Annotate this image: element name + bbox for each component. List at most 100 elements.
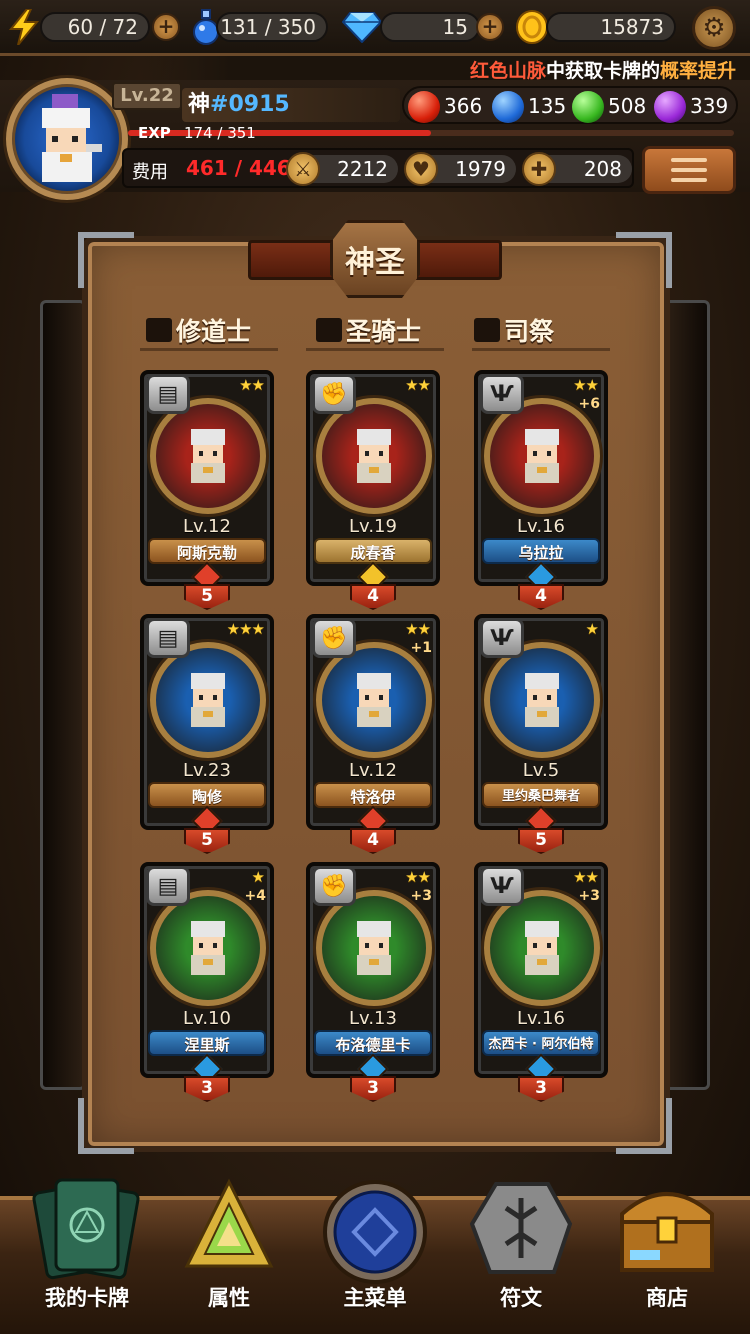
blue-orb-icon [492,91,524,123]
hero-sprite [357,921,391,975]
potion-value: 131 / 350 [216,12,328,42]
cost-badge: 3 [518,1076,564,1102]
fist-icon: ✊ [312,866,356,906]
gold-coin-icon [514,8,550,46]
nav-label: 主菜单 [343,1286,407,1310]
hero-portrait [150,398,266,514]
exp-label: EXP [138,124,171,142]
nav-shop[interactable]: 商店 [592,1168,742,1334]
nav-runes[interactable]: 符文 [446,1168,596,1334]
gem-strip: 366 135 508 339 [402,86,738,124]
book-icon: ▤ [146,618,190,658]
card-name: 乌拉拉 [482,538,600,564]
hero-sprite [525,921,559,975]
hero-sprite [191,673,225,727]
enhance-level: +4 [244,888,266,904]
cost-badge: 4 [350,584,396,610]
nav-label: 属性 [208,1286,250,1310]
column-title: 圣骑士 [346,317,422,346]
card-level: Lv.16 [517,516,565,537]
hero-card[interactable]: Ѱ ★★ +3 Lv.16 杰西卡 · 阿尔伯特 3 [474,862,608,1102]
avatar[interactable] [6,78,128,200]
corner-ornament [616,232,672,288]
cost-badge: 4 [350,828,396,854]
hero-card[interactable]: ✊ ★★ Lv.19 成春香 4 [306,370,440,610]
hero-portrait [316,890,432,1006]
divider [472,348,610,351]
cost-badge: 3 [350,1076,396,1102]
card-level: Lv.12 [349,760,397,781]
rarity-stars: ★★ [573,868,599,886]
hero-card[interactable]: ✊ ★★ +3 Lv.13 布洛德里卡 3 [306,862,440,1102]
card-name: 里约桑巴舞者 [482,782,600,808]
nav-label: 符文 [500,1286,542,1310]
wings-icon: Ѱ [480,866,524,906]
diamond-value: 15 [380,12,480,42]
hero-card[interactable]: Ѱ ★ Lv.5 里约桑巴舞者 5 [474,614,608,854]
rarity-stars: ★★ [239,376,265,394]
enhance-level: +3 [410,888,432,904]
hero-sprite [357,673,391,727]
hero-card[interactable]: ▤ ★ +4 Lv.10 涅里斯 3 [140,862,274,1102]
news-ticker: 红色山脉中获取卡牌的概率提升 [140,56,750,80]
nav-label: 商店 [646,1286,688,1310]
purple-orb-icon [654,91,686,123]
stat-row: 费用 461 / 446 2212 ⚔ 1979 ♥ 208 ✚ [122,148,634,188]
rarity-stars: ★★ [573,376,599,394]
cost-badge: 5 [184,828,230,854]
nav-label: 我的卡牌 [45,1286,129,1310]
hero-card[interactable]: ▤ ★★★ Lv.23 陶修 5 [140,614,274,854]
divider [306,348,444,351]
flag-icon [146,318,172,342]
diamond-icon [340,8,384,46]
hero-card[interactable]: ▤ ★★ Lv.12 阿斯克勒 5 [140,370,274,610]
hero-sprite [357,429,391,483]
rarity-stars: ★★ [405,376,431,394]
hero-card[interactable]: ✊ ★★ +1 Lv.12 特洛伊 4 [306,614,440,854]
rarity-stars: ★ [251,868,265,886]
column-header-paladin: 圣骑士 [316,312,421,348]
card-name: 杰西卡 · 阿尔伯特 [482,1030,600,1056]
corner-ornament [78,1098,134,1154]
gear-icon: ⚙ [702,13,726,43]
triangle-icon [184,1174,274,1274]
nav-main-menu[interactable]: 主菜单 [300,1168,450,1334]
hero-portrait [484,642,600,758]
helmet-icon [316,318,342,342]
ticker-text: 中获取卡牌的 [546,60,661,80]
panel-title: 神圣 [345,245,405,280]
rarity-stars: ★★ [405,868,431,886]
crossed-swords-icon: ⚔ [286,152,320,186]
hamburger-menu-button[interactable] [642,146,736,194]
enhance-level: +1 [410,640,432,656]
card-name: 成春香 [314,538,432,564]
hero-sprite [191,921,225,975]
energy-value: 60 / 72 [40,12,150,42]
card-level: Lv.23 [183,760,231,781]
green-orb-value: 508 [608,94,647,118]
hero-card[interactable]: Ѱ ★★ +6 Lv.16 乌拉拉 4 [474,370,608,610]
ticker-location: 红色山脉 [470,60,547,80]
nav-attributes[interactable]: 属性 [154,1168,304,1334]
player-id: #0915 [210,92,290,117]
card-name: 特洛伊 [314,782,432,808]
rarity-stars: ★★ [405,620,431,638]
green-orb-icon [572,91,604,123]
nav-my-cards[interactable]: 我的卡牌 [12,1168,162,1334]
card-name: 阿斯克勒 [148,538,266,564]
fist-icon: ✊ [312,374,356,414]
settings-button[interactable]: ⚙ [692,6,736,50]
treasure-chest-icon [620,1174,714,1274]
card-level: Lv.5 [522,760,560,781]
exp-value: 174 / 351 [184,124,256,142]
book-icon: ▤ [146,374,190,414]
column-title: 修道士 [176,317,252,346]
left-frame-pillar [40,300,86,1090]
column-header-priest: 司祭 [474,312,554,348]
add-diamond-button[interactable]: + [476,13,504,41]
hero-portrait [316,642,432,758]
blue-orb-value: 135 [528,94,567,118]
add-energy-button[interactable]: + [152,13,180,41]
cost-badge: 4 [518,584,564,610]
rarity-stars: ★★★ [226,620,265,638]
